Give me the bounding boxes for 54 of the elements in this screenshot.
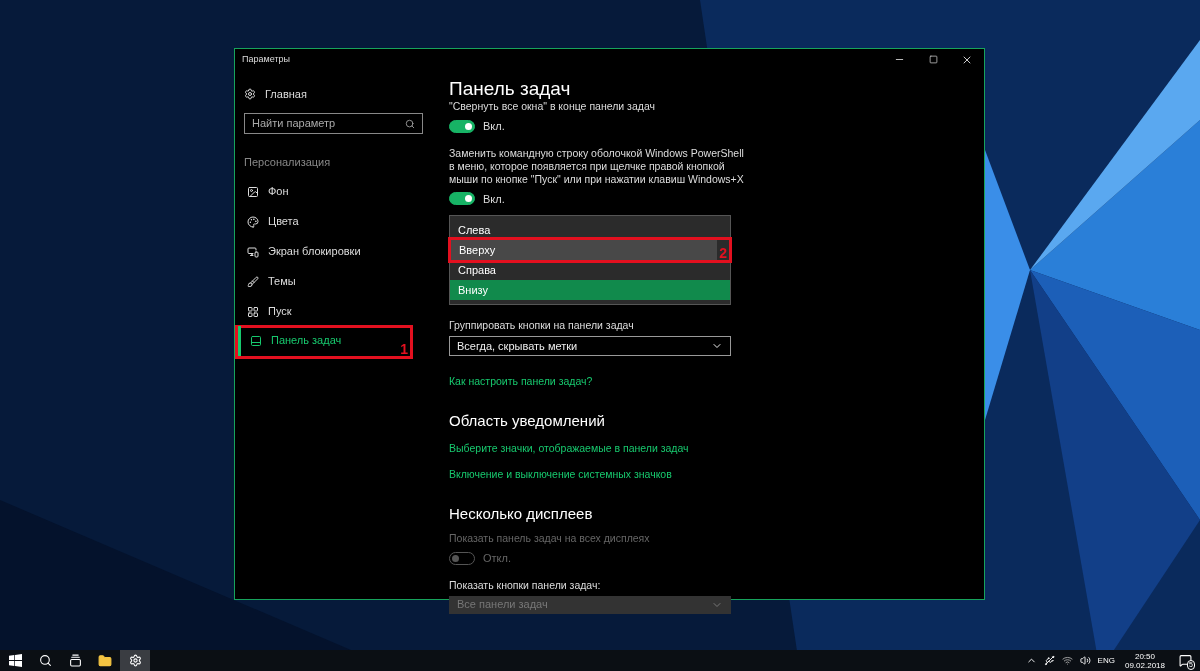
search-icon (405, 118, 415, 129)
section-heading: Область уведомлений (449, 412, 606, 430)
settings-icon (244, 88, 256, 100)
clock[interactable]: 20:50 09.02.2018 (1121, 651, 1168, 670)
settings-link[interactable]: Выберите значки, отображаемые в панели задач (449, 442, 689, 454)
toggle-label: Вкл. (483, 191, 505, 207)
brush-icon (247, 275, 259, 288)
search-field[interactable]: Найти параметр (244, 113, 423, 134)
folder-icon (98, 653, 112, 668)
toggle-switch[interactable] (449, 119, 475, 133)
toggle-label: Откл. (483, 551, 511, 566)
dropdown-option[interactable]: Слева (450, 220, 730, 240)
settings-link[interactable]: Включение и выключение системных значков (449, 468, 672, 480)
setting-label: Показать кнопки панели задач: (449, 578, 602, 592)
nav-item[interactable]: Темы (235, 266, 413, 297)
monitor-icon (247, 245, 259, 258)
language-indicator[interactable]: ENG (1097, 654, 1115, 667)
window-title: Параметры (241, 52, 290, 66)
taskbar-icon (250, 334, 262, 347)
nav-item[interactable]: Фон (235, 176, 413, 207)
usb-icon[interactable] (1043, 655, 1055, 666)
wifi-icon[interactable] (1061, 655, 1073, 666)
dropdown-option[interactable]: Внизу (450, 280, 730, 300)
select-field[interactable]: Всегда, скрывать метки (449, 336, 731, 356)
home-nav-item[interactable]: Главная (235, 84, 435, 104)
toggle-switch[interactable] (449, 192, 475, 206)
taskbar-button[interactable] (120, 650, 150, 671)
settings-link[interactable]: Как настроить панели задач? (449, 375, 593, 387)
setting-label: Показать панель задач на всех дисплеях (449, 532, 651, 545)
nav-item[interactable]: Пуск (235, 296, 413, 327)
dropdown-option[interactable]: Вверху (451, 240, 718, 260)
palette-icon (247, 215, 259, 228)
task-view-icon (68, 654, 82, 667)
callout-number: 2 (718, 246, 728, 260)
setting-label: Заменить командную строку оболочкой Windows PowerShell в меню, которое появляется при щелчке правой кнопкой мыши по кнопке "Пуск" или при нажатии клавиш Windows+X (449, 146, 745, 186)
nav-item[interactable]: Цвета (235, 206, 413, 237)
section-label: Персонализация (243, 155, 332, 170)
search-input[interactable]: Найти параметр (252, 115, 392, 132)
nav-item[interactable]: Экран блокировки (235, 236, 413, 267)
nav-item[interactable]: Панель задач (238, 325, 399, 356)
setting-label: Группировать кнопки на панели задач (449, 319, 635, 332)
grid-icon (247, 305, 259, 318)
search-icon (38, 654, 52, 667)
settings-icon (128, 654, 142, 667)
maximize-icon (928, 55, 938, 64)
windows-logo-icon (8, 654, 22, 667)
callout-number: 1 (399, 341, 409, 356)
volume-icon[interactable] (1079, 655, 1091, 666)
toggle-label: Вкл. (483, 119, 505, 134)
page-title: Панель задач (449, 78, 572, 100)
setting-label: "Свернуть все окна" в конце панели задач (449, 100, 656, 113)
dropdown-option[interactable]: Справа (450, 260, 730, 280)
section-heading: Несколько дисплеев (449, 505, 594, 523)
image-icon (247, 185, 259, 198)
